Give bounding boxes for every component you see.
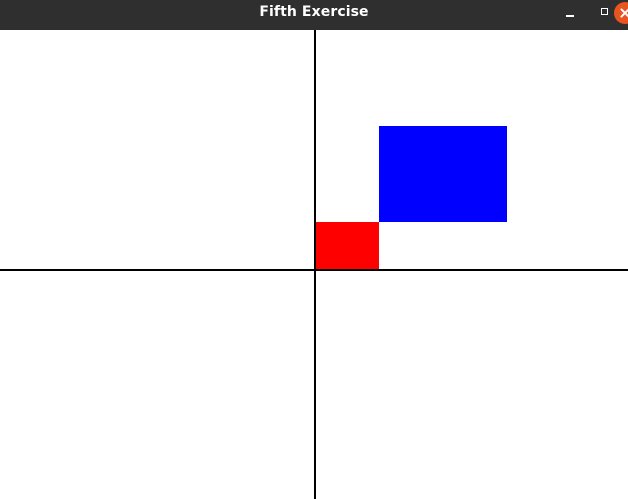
minimize-icon (566, 15, 574, 17)
blue-rectangle (379, 126, 507, 222)
window-controls (528, 0, 628, 30)
window-titlebar[interactable]: Fifth Exercise (0, 0, 628, 30)
drawing-canvas[interactable] (0, 30, 628, 499)
minimize-button[interactable] (558, 0, 582, 24)
close-icon (620, 8, 628, 18)
close-button[interactable] (614, 2, 628, 24)
red-rectangle (316, 222, 379, 269)
application-window: Fifth Exercise (0, 0, 628, 499)
maximize-icon (600, 7, 608, 15)
maximize-button[interactable] (592, 0, 616, 24)
